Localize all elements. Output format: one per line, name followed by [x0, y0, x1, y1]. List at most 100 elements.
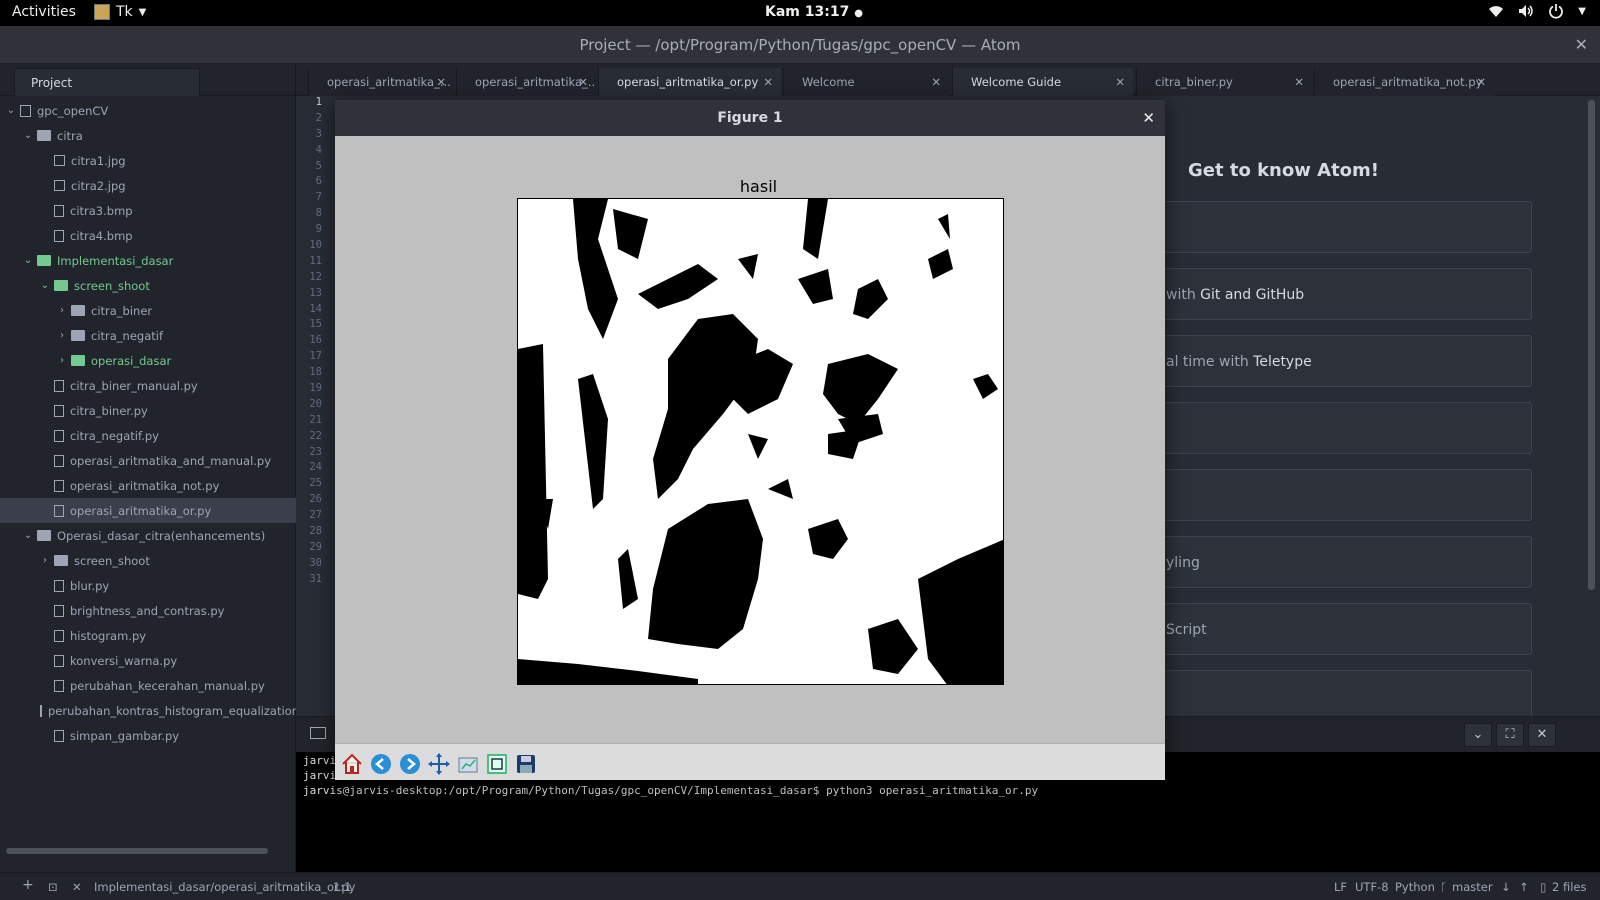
- folder-icon: [37, 130, 51, 141]
- line-number: 23: [309, 445, 322, 458]
- tree-file[interactable]: citra2.jpg: [0, 173, 296, 198]
- tree-file[interactable]: operasi_aritmatika_and_manual.py: [0, 448, 296, 473]
- file-icon: [54, 504, 64, 517]
- tree-file[interactable]: blur.py: [0, 573, 296, 598]
- tree-file[interactable]: simpan_gambar.py: [0, 723, 296, 748]
- tree-file[interactable]: citra_biner.py: [0, 398, 296, 423]
- terminal-hide-button[interactable]: ⌄: [1464, 723, 1492, 747]
- welcome-guide-card[interactable]: [1164, 201, 1532, 253]
- tree-file[interactable]: citra_biner_manual.py: [0, 373, 296, 398]
- tree-file[interactable]: citra3.bmp: [0, 198, 296, 223]
- tree-file[interactable]: perubahan_kontras_histogram_equalization: [0, 698, 296, 723]
- welcome-guide-card[interactable]: [1164, 670, 1532, 716]
- tree-file[interactable]: operasi_aritmatika_not.py: [0, 473, 296, 498]
- tree-folder[interactable]: › operasi_dasar: [0, 348, 296, 373]
- status-branch[interactable]: master: [1452, 880, 1493, 894]
- close-icon[interactable]: ✕: [578, 68, 588, 96]
- line-number: 27: [309, 509, 322, 522]
- editor-vertical-scrollbar[interactable]: [1588, 100, 1595, 590]
- editor-tab[interactable]: citra_biner.py ✕: [1136, 68, 1312, 96]
- welcome-guide-card[interactable]: Script: [1164, 603, 1532, 655]
- editor-tab-label: Welcome Guide: [971, 75, 1062, 89]
- editor-tab[interactable]: operasi_aritmatika_... ✕: [308, 68, 454, 96]
- tree-folder[interactable]: › citra_biner: [0, 298, 296, 323]
- close-icon[interactable]: ✕: [1476, 68, 1486, 96]
- tree-file[interactable]: perubahan_kecerahan_manual.py: [0, 673, 296, 698]
- terminal-close-button[interactable]: ✕: [1528, 723, 1556, 747]
- figure-window: Figure 1 ✕ hasil: [335, 100, 1165, 780]
- editor-tab[interactable]: operasi_aritmatika_not.py ✕: [1314, 68, 1494, 96]
- close-icon[interactable]: ✕: [436, 68, 446, 96]
- pan-icon[interactable]: [427, 752, 451, 776]
- tree-folder[interactable]: ⌄ citra: [0, 123, 296, 148]
- terminal-icon[interactable]: ⊡: [48, 880, 58, 894]
- status-file-path[interactable]: Implementasi_dasar/operasi_aritmatika_or…: [94, 880, 356, 894]
- tree-folder[interactable]: ⌄ gpc_openCV: [0, 98, 296, 123]
- tree-tab-bar: Project: [0, 64, 295, 96]
- welcome-guide-card[interactable]: [1164, 469, 1532, 521]
- tree-folder[interactable]: › screen_shoot: [0, 548, 296, 573]
- folder-icon: [37, 255, 51, 266]
- tree-file[interactable]: konversi_warna.py: [0, 648, 296, 673]
- window-close-button[interactable]: ✕: [1575, 26, 1588, 64]
- forward-icon[interactable]: [398, 752, 422, 776]
- plot-axes[interactable]: [517, 198, 1004, 685]
- tree-item-label: gpc_openCV: [37, 103, 109, 118]
- tree-file[interactable]: histogram.py: [0, 623, 296, 648]
- tree-item-label: simpan_gambar.py: [70, 728, 180, 743]
- figure-close-button[interactable]: ✕: [1142, 100, 1155, 136]
- welcome-guide-card[interactable]: with Git and GitHub: [1164, 268, 1532, 320]
- welcome-guide-card[interactable]: al time with Teletype: [1164, 335, 1532, 387]
- project-tab[interactable]: Project: [14, 68, 200, 96]
- folder-icon: [54, 555, 68, 566]
- tree-folder[interactable]: › citra_negatif: [0, 323, 296, 348]
- close-icon[interactable]: ✕: [72, 880, 82, 894]
- home-icon[interactable]: [340, 752, 364, 776]
- tree-folder[interactable]: ⌄ screen_shoot: [0, 273, 296, 298]
- close-icon[interactable]: ✕: [1115, 68, 1125, 96]
- configure-subplots-icon[interactable]: [456, 752, 480, 776]
- close-icon[interactable]: ✕: [763, 68, 773, 96]
- tree-file[interactable]: citra_negatif.py: [0, 423, 296, 448]
- add-terminal-icon[interactable]: +: [22, 877, 34, 893]
- file-icon: [54, 429, 64, 442]
- tree-folder[interactable]: ⌄ Operasi_dasar_citra(enhancements): [0, 523, 296, 548]
- zoom-rect-icon[interactable]: [485, 752, 509, 776]
- line-number: 18: [309, 366, 322, 379]
- system-tray[interactable]: ▼: [1488, 3, 1586, 19]
- close-icon[interactable]: ✕: [931, 68, 941, 96]
- close-icon[interactable]: ✕: [1294, 68, 1304, 96]
- editor-tab[interactable]: Welcome ✕: [783, 68, 949, 96]
- tree-file[interactable]: citra1.jpg: [0, 148, 296, 173]
- fetch-icon[interactable]: ↓: [1501, 880, 1511, 894]
- file-icon: [54, 404, 64, 417]
- status-line-ending[interactable]: LF: [1334, 880, 1347, 894]
- status-encoding[interactable]: UTF-8: [1355, 880, 1389, 894]
- line-number: 15: [309, 318, 322, 331]
- tree-file[interactable]: brightness_and_contras.py: [0, 598, 296, 623]
- terminal-maximize-button[interactable]: ⛶: [1496, 723, 1524, 747]
- editor-tab[interactable]: operasi_aritmatika_... ✕: [456, 68, 596, 96]
- line-number: 16: [309, 334, 322, 347]
- tree-file[interactable]: operasi_aritmatika_or.py: [0, 498, 296, 523]
- push-icon[interactable]: ↑: [1519, 880, 1529, 894]
- tree-folder[interactable]: ⌄ Implementasi_dasar: [0, 248, 296, 273]
- back-icon[interactable]: [369, 752, 393, 776]
- clock[interactable]: Kam 13:17 ●: [765, 4, 863, 20]
- editor-tab[interactable]: Welcome Guide ✕: [952, 68, 1133, 96]
- tree-file[interactable]: citra4.bmp: [0, 223, 296, 248]
- status-grammar[interactable]: Python: [1395, 880, 1435, 894]
- app-menu[interactable]: Tk ▼: [94, 4, 146, 20]
- welcome-guide-card[interactable]: [1164, 402, 1532, 454]
- status-changed-files[interactable]: 2 files: [1552, 880, 1586, 894]
- save-icon[interactable]: [514, 752, 538, 776]
- editor-tab[interactable]: operasi_aritmatika_or.py ✕: [598, 68, 781, 96]
- welcome-guide-card[interactable]: yling: [1164, 536, 1532, 588]
- keyboard-icon[interactable]: [310, 727, 326, 739]
- editor-tab-label: operasi_aritmatika_or.py: [617, 75, 759, 89]
- tree-horizontal-scrollbar[interactable]: [6, 848, 268, 854]
- status-cursor-position[interactable]: 1:1: [333, 880, 352, 894]
- tree-item-label: citra3.bmp: [70, 203, 133, 218]
- wifi-icon: [1489, 6, 1504, 17]
- activities-button[interactable]: Activities: [12, 4, 76, 20]
